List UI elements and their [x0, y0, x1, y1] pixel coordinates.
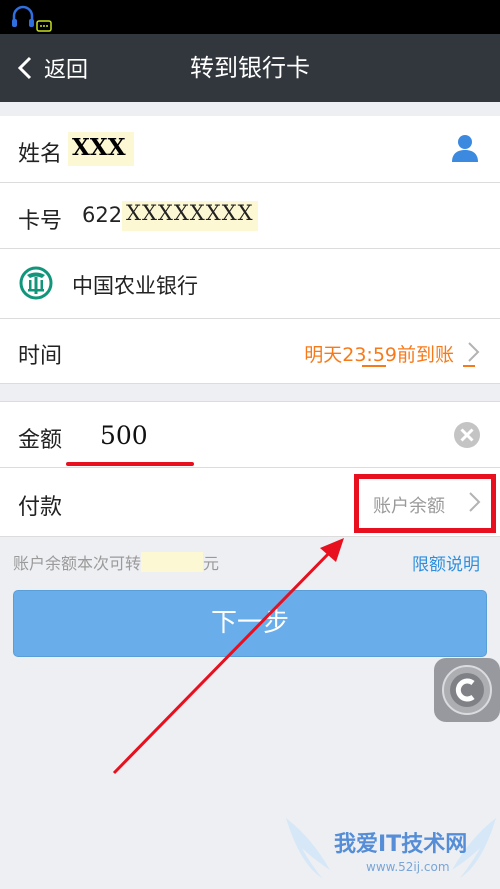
watermark-text: 我爱IT技术网: [334, 832, 468, 857]
balance-note: 账户余额本次可转 元: [13, 550, 219, 574]
divider: [0, 536, 500, 537]
bank-name: 中国农业银行: [72, 274, 198, 298]
balance-amount-redacted: [141, 552, 204, 572]
watermark-url: www.52ij.com: [366, 860, 450, 874]
nav-bar: 返回 转到银行卡: [0, 34, 500, 102]
amount-input[interactable]: 500: [100, 421, 148, 450]
watermark-logo: 我爱IT技术网 www.52ij.com: [282, 808, 500, 889]
amount-label: 金额: [18, 428, 63, 453]
name-label: 姓名: [18, 142, 63, 167]
card-row: 卡号 622 XXXXXXXX: [0, 183, 500, 248]
name-row: 姓名 XXX: [0, 116, 500, 182]
status-bar: [0, 0, 500, 34]
bank-row: 中国农业银行: [0, 249, 500, 318]
divider: [0, 383, 500, 384]
floating-assistant-button[interactable]: [434, 658, 500, 722]
balance-note-prefix: 账户余额本次可转: [13, 554, 142, 573]
next-button[interactable]: 下一步: [13, 590, 487, 657]
amount-row: 金额 500: [0, 402, 500, 467]
orange-underline-mark: [463, 365, 475, 367]
payment-label: 付款: [18, 495, 63, 520]
chevron-left-icon: [17, 56, 32, 80]
chevron-right-icon: [468, 342, 480, 362]
abc-bank-logo-icon: [19, 266, 53, 300]
card-number-masked: XXXXXXXX: [122, 201, 258, 231]
back-button[interactable]: 返回: [14, 34, 88, 102]
chat-icon: [36, 20, 52, 32]
c-logo-icon: [442, 665, 492, 715]
orange-underline-mark: [362, 365, 386, 367]
back-label: 返回: [44, 58, 89, 83]
contact-person-icon[interactable]: [450, 133, 480, 163]
card-number-prefix: 622: [82, 203, 123, 227]
time-label: 时间: [18, 344, 63, 369]
card-label: 卡号: [18, 209, 63, 234]
clear-icon[interactable]: [453, 421, 481, 449]
recipient-name: XXX: [68, 132, 134, 166]
limit-info-link[interactable]: 限额说明: [412, 550, 480, 575]
annotation-underline: [66, 462, 194, 466]
time-row[interactable]: 时间 明天23:59前到账: [0, 319, 500, 383]
annotation-highlight-box: [354, 474, 496, 533]
headset-icon: [12, 5, 34, 27]
arrival-time-value: 明天23:59前到账: [304, 344, 454, 366]
balance-note-suffix: 元: [203, 554, 220, 573]
